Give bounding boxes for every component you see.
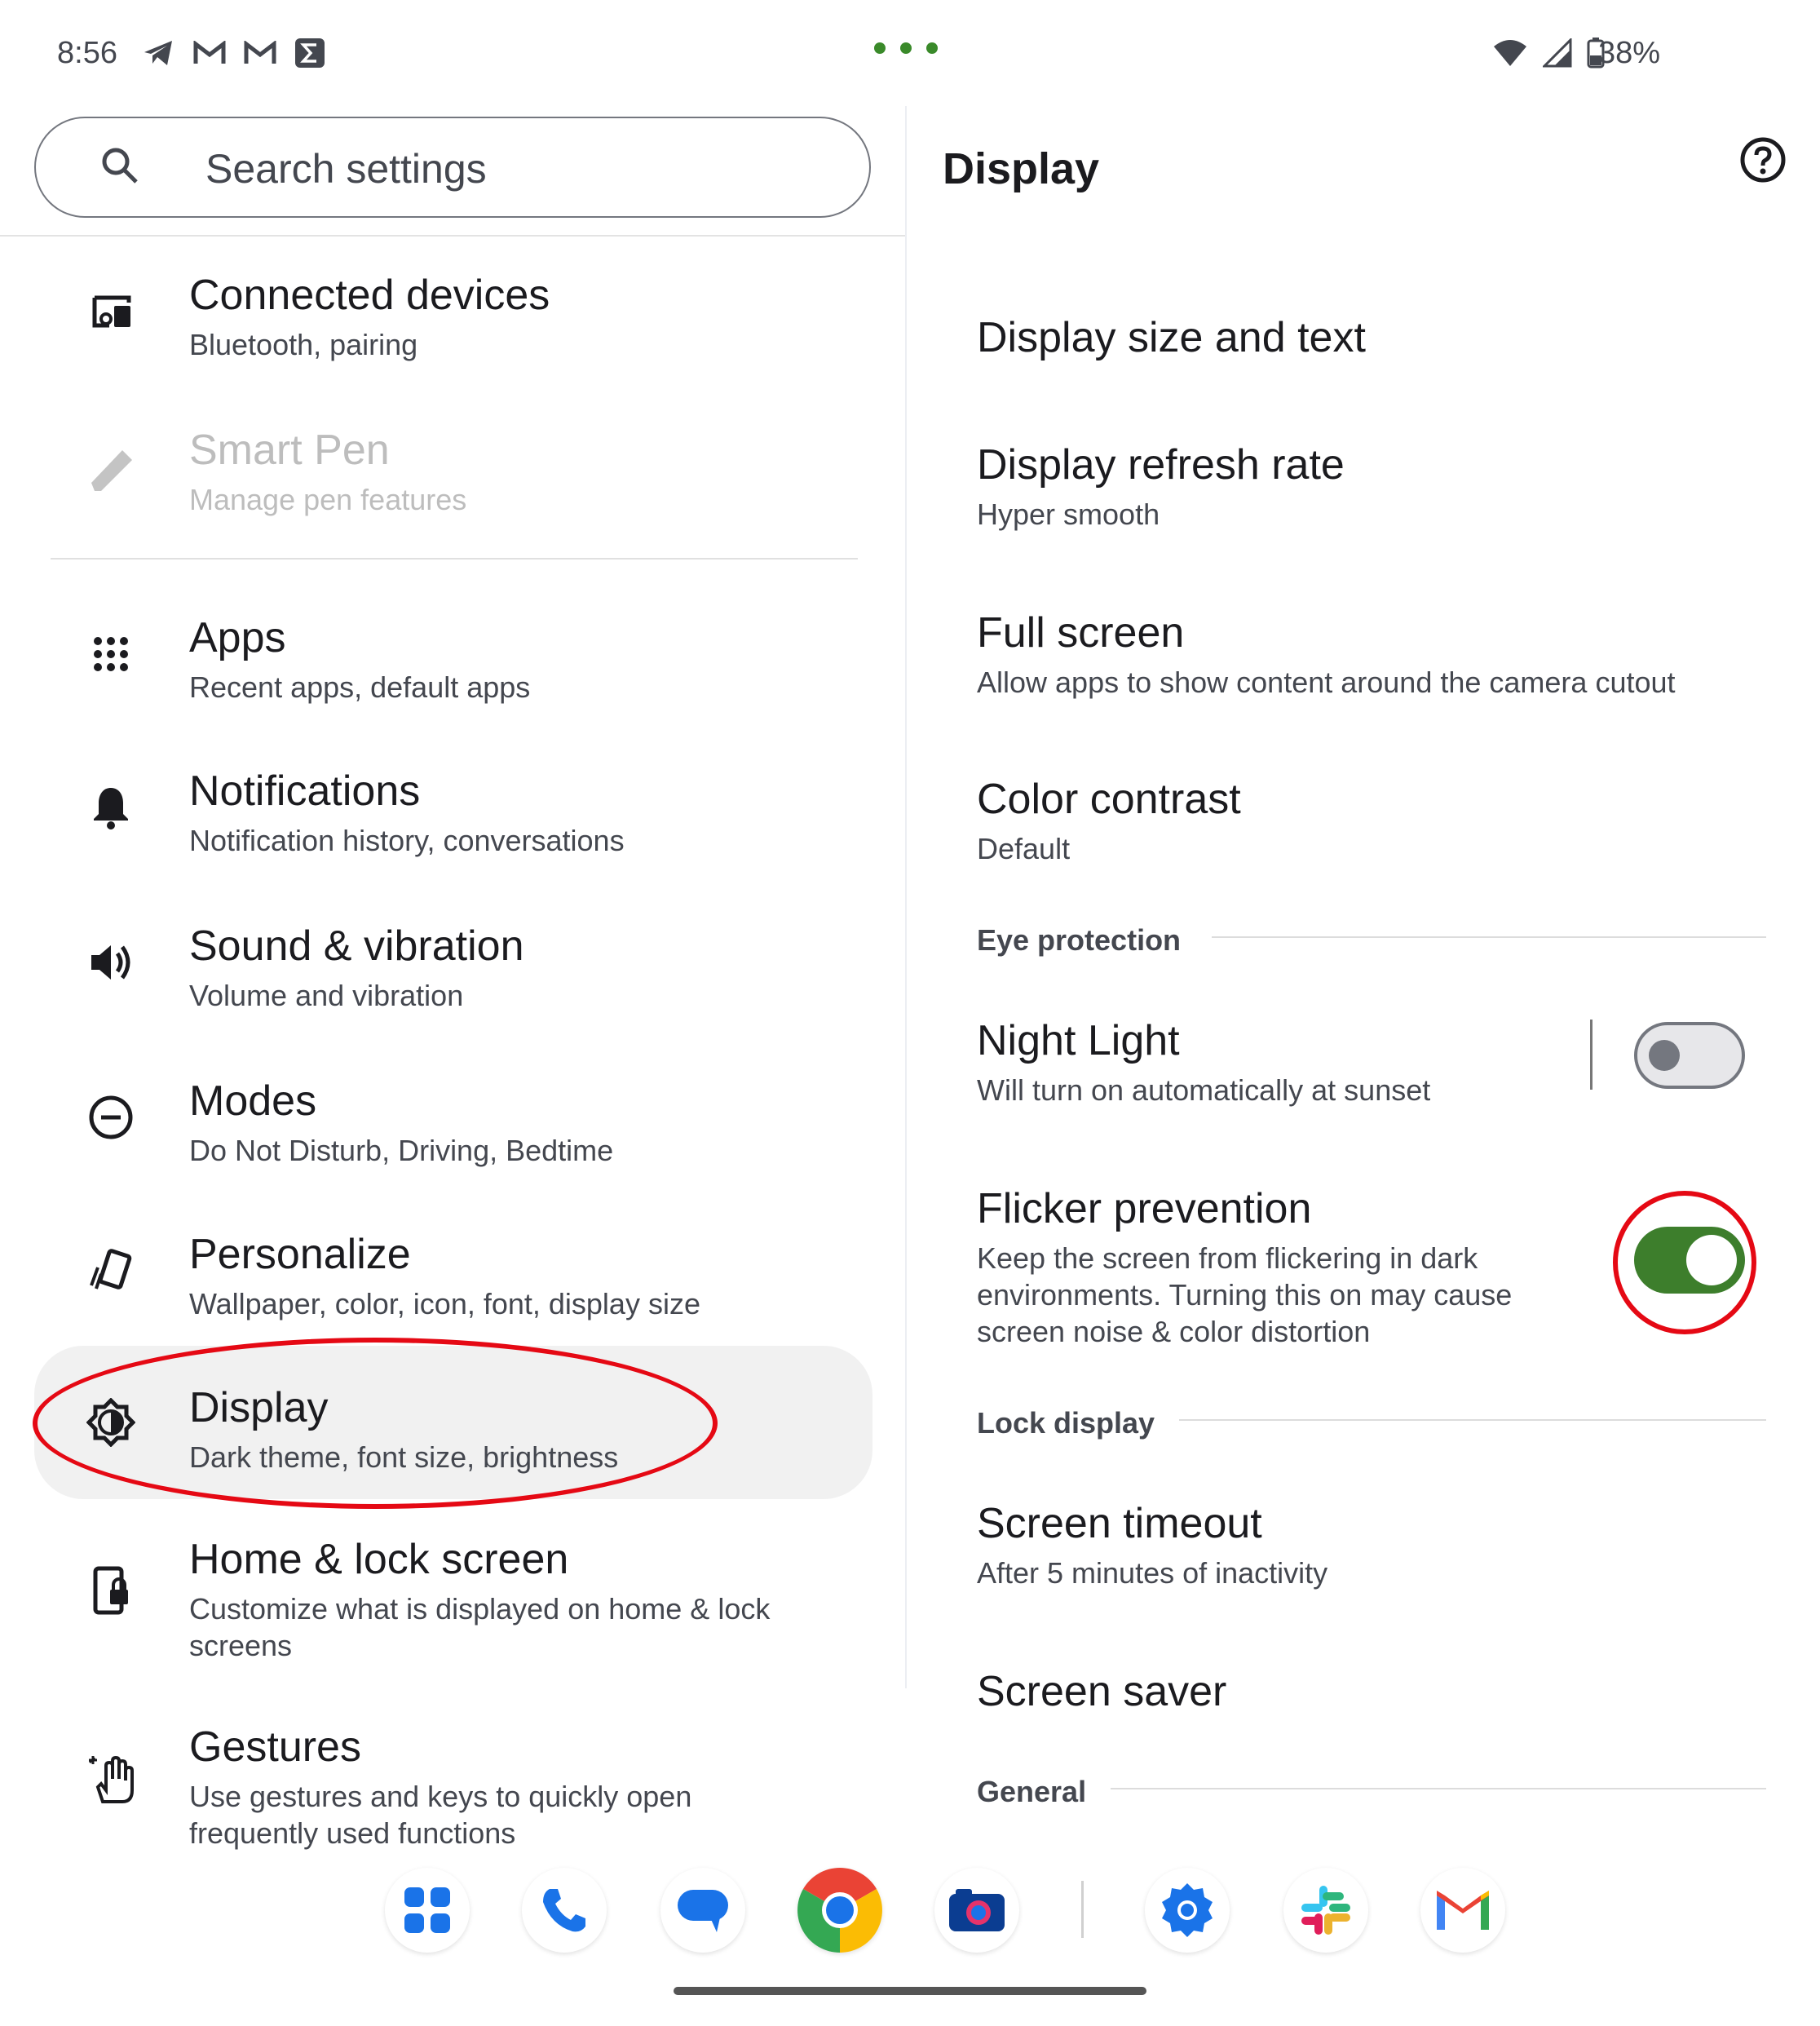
menu-item-title: Apps bbox=[189, 614, 286, 661]
setting-subtitle: Default bbox=[977, 832, 1071, 865]
modes-icon bbox=[85, 1091, 137, 1143]
menu-item-subtitle: Use gestures and keys to quickly open bbox=[189, 1780, 692, 1813]
menu-item-title: Modes bbox=[189, 1077, 317, 1125]
setting-title: Display refresh rate bbox=[977, 441, 1345, 489]
setting-subtitle: screen noise & color distortion bbox=[977, 1315, 1371, 1348]
setting-subtitle: After 5 minutes of inactivity bbox=[977, 1556, 1328, 1590]
gmail-icon[interactable] bbox=[1420, 1868, 1505, 1953]
menu-item-subtitle: Volume and vibration bbox=[189, 979, 464, 1012]
status-system-icons bbox=[1492, 38, 1605, 69]
menu-item-title: Gestures bbox=[189, 1723, 361, 1771]
menu-item-subtitle: Recent apps, default apps bbox=[189, 670, 531, 704]
camera-icon[interactable] bbox=[934, 1868, 1019, 1953]
pane-divider bbox=[905, 106, 907, 1688]
gmail-icon bbox=[244, 41, 276, 64]
section-header-eye-protection: Eye protection bbox=[977, 923, 1182, 957]
setting-title: Display size and text bbox=[977, 314, 1366, 361]
gmail-icon bbox=[193, 41, 226, 64]
menu-item-subtitle: screens bbox=[189, 1629, 293, 1662]
telegram-icon bbox=[144, 41, 172, 65]
settings-icon[interactable] bbox=[1145, 1868, 1230, 1953]
bell-icon bbox=[85, 781, 137, 834]
multitask-dots[interactable] bbox=[874, 42, 938, 54]
page-title: Display bbox=[943, 144, 1100, 193]
status-notification-icons bbox=[143, 38, 325, 69]
setting-subtitle: Hyper smooth bbox=[977, 498, 1160, 531]
section-divider bbox=[1212, 936, 1766, 938]
signal-icon bbox=[1543, 38, 1572, 68]
toggle-divider bbox=[1590, 1020, 1592, 1090]
chrome-icon[interactable] bbox=[797, 1868, 882, 1953]
menu-item-subtitle: Customize what is displayed on home & lo… bbox=[189, 1592, 771, 1626]
section-header-general: General bbox=[977, 1775, 1087, 1808]
menu-item-subtitle: frequently used functions bbox=[189, 1816, 516, 1850]
setting-title: Screen timeout bbox=[977, 1500, 1262, 1547]
setting-subtitle: environments. Turning this on may cause bbox=[977, 1278, 1513, 1312]
setting-subtitle: Keep the screen from flickering in dark bbox=[977, 1241, 1478, 1275]
dock-separator bbox=[1081, 1881, 1084, 1938]
pen-icon bbox=[85, 444, 137, 496]
connected-devices-icon bbox=[85, 285, 137, 338]
search-divider bbox=[0, 235, 905, 237]
battery-percent: 38% bbox=[1598, 36, 1661, 70]
phone-icon[interactable] bbox=[522, 1868, 607, 1953]
toggle-knob bbox=[1649, 1040, 1680, 1071]
setting-title: Full screen bbox=[977, 609, 1185, 657]
setting-title: Screen saver bbox=[977, 1668, 1227, 1715]
menu-item-subtitle: Manage pen features bbox=[189, 483, 467, 516]
menu-item-title: Sound & vibration bbox=[189, 922, 524, 970]
apps-grid-icon bbox=[85, 628, 137, 680]
wifi-icon bbox=[1494, 40, 1526, 66]
gesture-hand-icon bbox=[85, 1754, 137, 1806]
night-light-toggle[interactable] bbox=[1634, 1022, 1745, 1089]
setting-subtitle: Will turn on automatically at sunset bbox=[977, 1073, 1431, 1107]
section-header-lock-display: Lock display bbox=[977, 1406, 1155, 1440]
highlight-circle bbox=[1613, 1191, 1756, 1334]
menu-item-subtitle: Notification history, conversations bbox=[189, 824, 625, 857]
slack-icon[interactable] bbox=[1283, 1868, 1368, 1953]
menu-item-title: Home & lock screen bbox=[189, 1536, 569, 1583]
navigation-handle[interactable] bbox=[674, 1987, 1146, 1995]
section-divider bbox=[51, 558, 858, 560]
menu-item-title: Connected devices bbox=[189, 272, 550, 319]
setting-title: Color contrast bbox=[977, 776, 1241, 823]
sigma-icon bbox=[295, 38, 325, 68]
menu-item-subtitle: Do Not Disturb, Driving, Bedtime bbox=[189, 1134, 614, 1167]
search-input[interactable]: Search settings bbox=[205, 145, 487, 192]
lock-screen-icon bbox=[85, 1564, 137, 1617]
speaker-icon bbox=[85, 936, 137, 989]
menu-item-title: Notifications bbox=[189, 767, 421, 815]
menu-item-subtitle: Bluetooth, pairing bbox=[189, 328, 418, 361]
section-divider bbox=[1111, 1788, 1766, 1789]
setting-subtitle: Allow apps to show content around the ca… bbox=[977, 666, 1676, 699]
section-divider bbox=[1179, 1419, 1766, 1421]
menu-item-subtitle: Wallpaper, color, icon, font, display si… bbox=[189, 1287, 700, 1320]
highlight-ellipse bbox=[33, 1338, 718, 1509]
setting-title: Night Light bbox=[977, 1017, 1180, 1064]
help-icon[interactable] bbox=[1738, 135, 1787, 184]
personalize-icon bbox=[85, 1245, 137, 1297]
menu-item-title: Smart Pen bbox=[189, 427, 390, 474]
setting-title: Flicker prevention bbox=[977, 1185, 1312, 1232]
search-icon bbox=[102, 148, 138, 184]
status-time: 8:56 bbox=[57, 36, 117, 70]
menu-item-title: Personalize bbox=[189, 1231, 411, 1278]
app-drawer-icon[interactable] bbox=[385, 1868, 470, 1953]
messages-icon[interactable] bbox=[660, 1868, 745, 1953]
